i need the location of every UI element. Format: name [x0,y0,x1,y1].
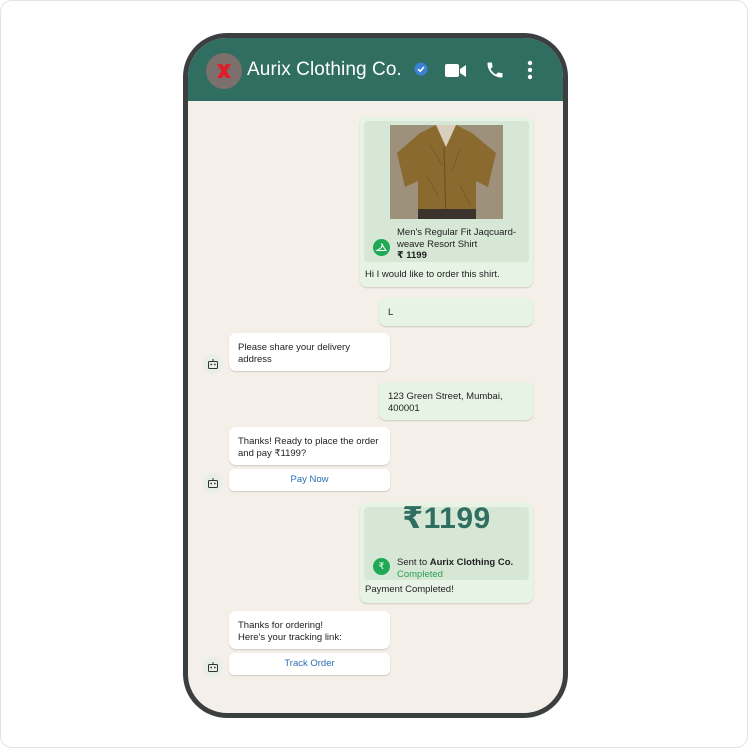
message-text: Hi I would like to order this shirt. [365,269,500,280]
product-message-bubble[interactable]: Men's Regular Fit Jaqcuard-weave Resort … [360,117,533,287]
more-options-icon[interactable] [527,60,533,80]
payment-message-bubble[interactable]: ₹1199 ₹ Sent to Aurix Clothing Co. Compl… [360,503,533,603]
thanks-ordering-bubble[interactable]: Thanks for ordering! Here's your trackin… [229,611,390,649]
chat-header: Aurix Clothing Co. [188,38,563,101]
phone-call-icon[interactable] [485,60,505,80]
product-card[interactable]: Men's Regular Fit Jaqcuard-weave Resort … [364,121,529,262]
address-reply-bubble[interactable]: 123 Green Street, Mumbai, 400001 [379,382,533,420]
payment-card[interactable]: ₹1199 ₹ Sent to Aurix Clothing Co. Compl… [364,502,529,580]
message-text: Thanks for ordering! Here's your trackin… [238,620,342,643]
bot-avatar [203,354,223,374]
bot-avatar [203,657,223,677]
ask-address-bubble[interactable]: Please share your delivery address [229,333,390,371]
payment-amount: ₹1199 [402,502,491,535]
pay-now-button[interactable]: Pay Now [229,469,390,491]
bot-avatar [203,473,223,493]
product-name: Men's Regular Fit Jaqcuard-weave Resort … [397,227,517,250]
phone-frame: Aurix Clothing Co. Men's Regular Fit Jaq… [183,33,568,718]
aurix-logo-icon [217,64,231,78]
track-order-button[interactable]: Track Order [229,653,390,675]
message-text: Payment Completed! [365,584,454,595]
size-reply-bubble[interactable]: L [379,298,533,326]
message-text: L [388,307,394,318]
robot-icon [208,662,218,672]
rupee-icon: ₹ [373,558,390,575]
confirm-order-bubble[interactable]: Thanks! Ready to place the order and pay… [229,427,390,465]
product-price: ₹ 1199 [397,250,427,261]
robot-icon [208,478,218,488]
product-image [390,125,503,219]
robot-icon [208,359,218,369]
message-text: 123 Green Street, Mumbai, 400001 [388,391,503,414]
video-call-icon[interactable] [445,63,467,79]
hanger-icon [373,239,390,256]
message-text: Thanks! Ready to place the order and pay… [238,436,379,459]
contact-name[interactable]: Aurix Clothing Co. [247,59,402,81]
verified-icon [414,62,428,76]
contact-avatar[interactable] [206,53,242,89]
chat-area: Men's Regular Fit Jaqcuard-weave Resort … [188,101,563,713]
payment-status: Completed [397,569,443,580]
message-text: Please share your delivery address [238,342,350,365]
payment-recipient: Sent to Aurix Clothing Co. [397,557,514,568]
